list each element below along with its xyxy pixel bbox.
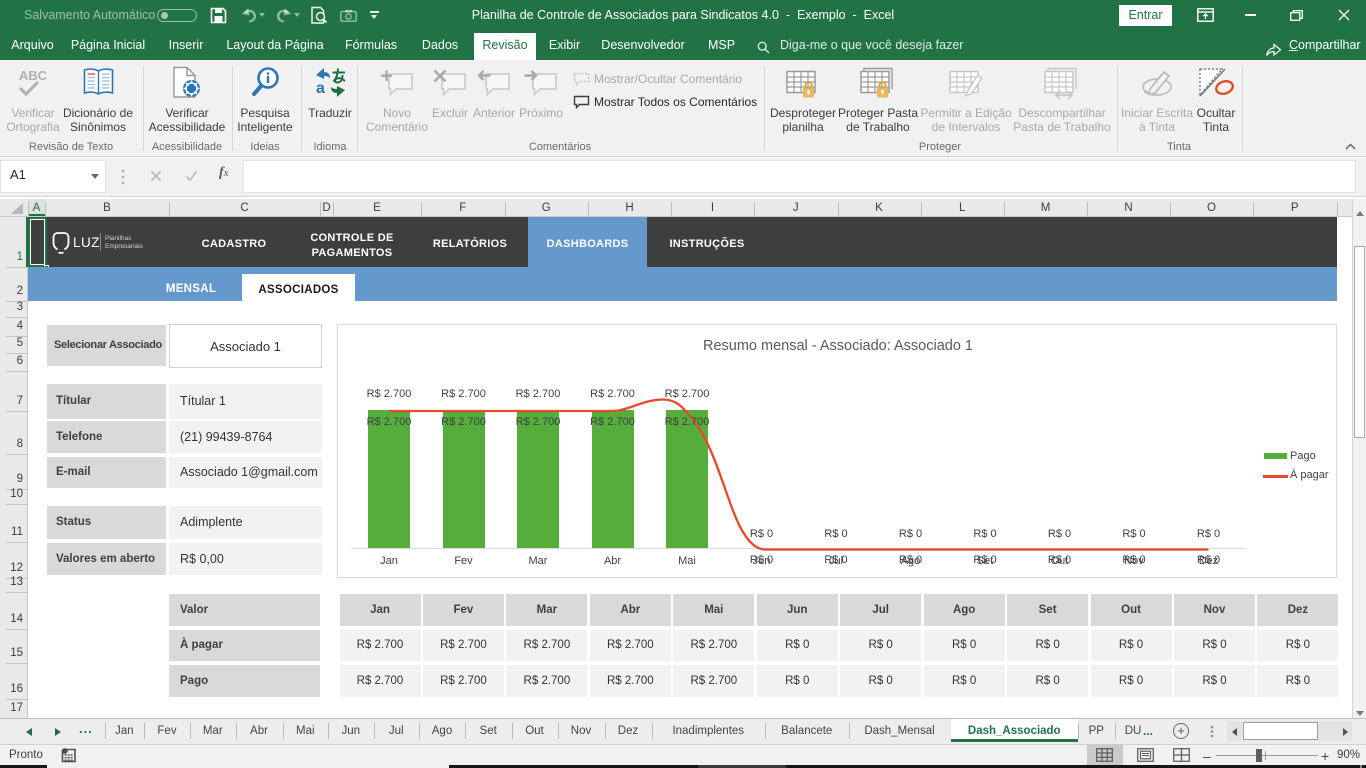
svg-text:a: a	[316, 80, 325, 97]
